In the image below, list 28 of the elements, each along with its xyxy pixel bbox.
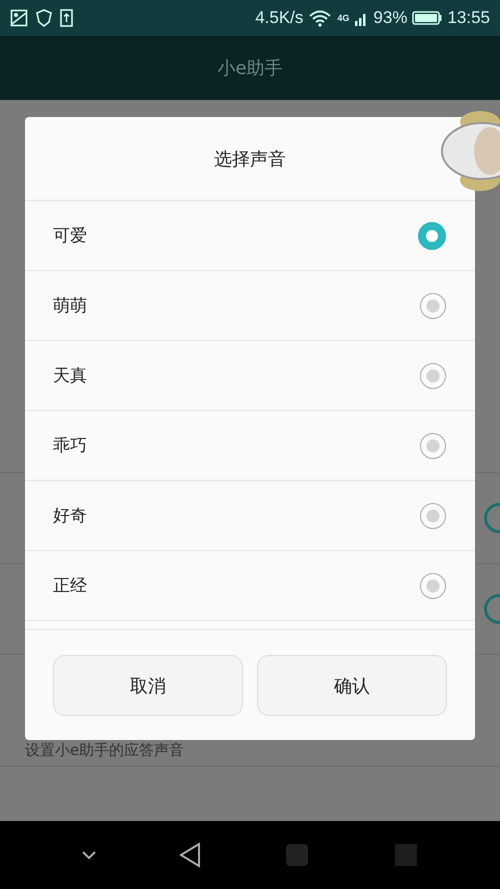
voice-option[interactable]: 可爱 <box>25 201 475 271</box>
app-title: 小e助手 <box>217 57 283 80</box>
dialog-button[interactable]: 取消 <box>53 655 243 716</box>
chevron-down-icon[interactable] <box>80 850 96 860</box>
wifi-icon <box>308 9 332 27</box>
mascot-icon[interactable] <box>440 110 500 192</box>
radio-button[interactable] <box>418 222 446 250</box>
radio-button[interactable] <box>420 292 446 318</box>
voice-option[interactable]: 好奇 <box>25 481 475 551</box>
radio-button[interactable] <box>420 362 446 388</box>
upload-icon <box>60 9 73 27</box>
gallery-icon <box>10 9 28 27</box>
battery-icon <box>412 10 442 26</box>
radio-button[interactable] <box>420 432 446 458</box>
voice-option[interactable]: 乖巧 <box>25 411 475 481</box>
back-icon[interactable] <box>178 842 202 868</box>
shield-icon <box>36 9 52 27</box>
dialog-button[interactable]: 确认 <box>257 655 447 716</box>
network-type: 4G <box>337 13 350 23</box>
radio-button[interactable] <box>420 572 446 598</box>
voice-option[interactable]: 正经 <box>25 551 475 621</box>
radio-button[interactable] <box>420 502 446 528</box>
clock: 13:55 <box>447 8 490 28</box>
voice-option[interactable]: 天真 <box>25 341 475 411</box>
battery-percent: 93% <box>373 8 408 28</box>
voice-option[interactable]: 萌萌 <box>25 271 475 341</box>
network-speed: 4.5K/s <box>255 8 304 28</box>
setting-description: 设置小e助手的应答声音 <box>25 741 184 760</box>
